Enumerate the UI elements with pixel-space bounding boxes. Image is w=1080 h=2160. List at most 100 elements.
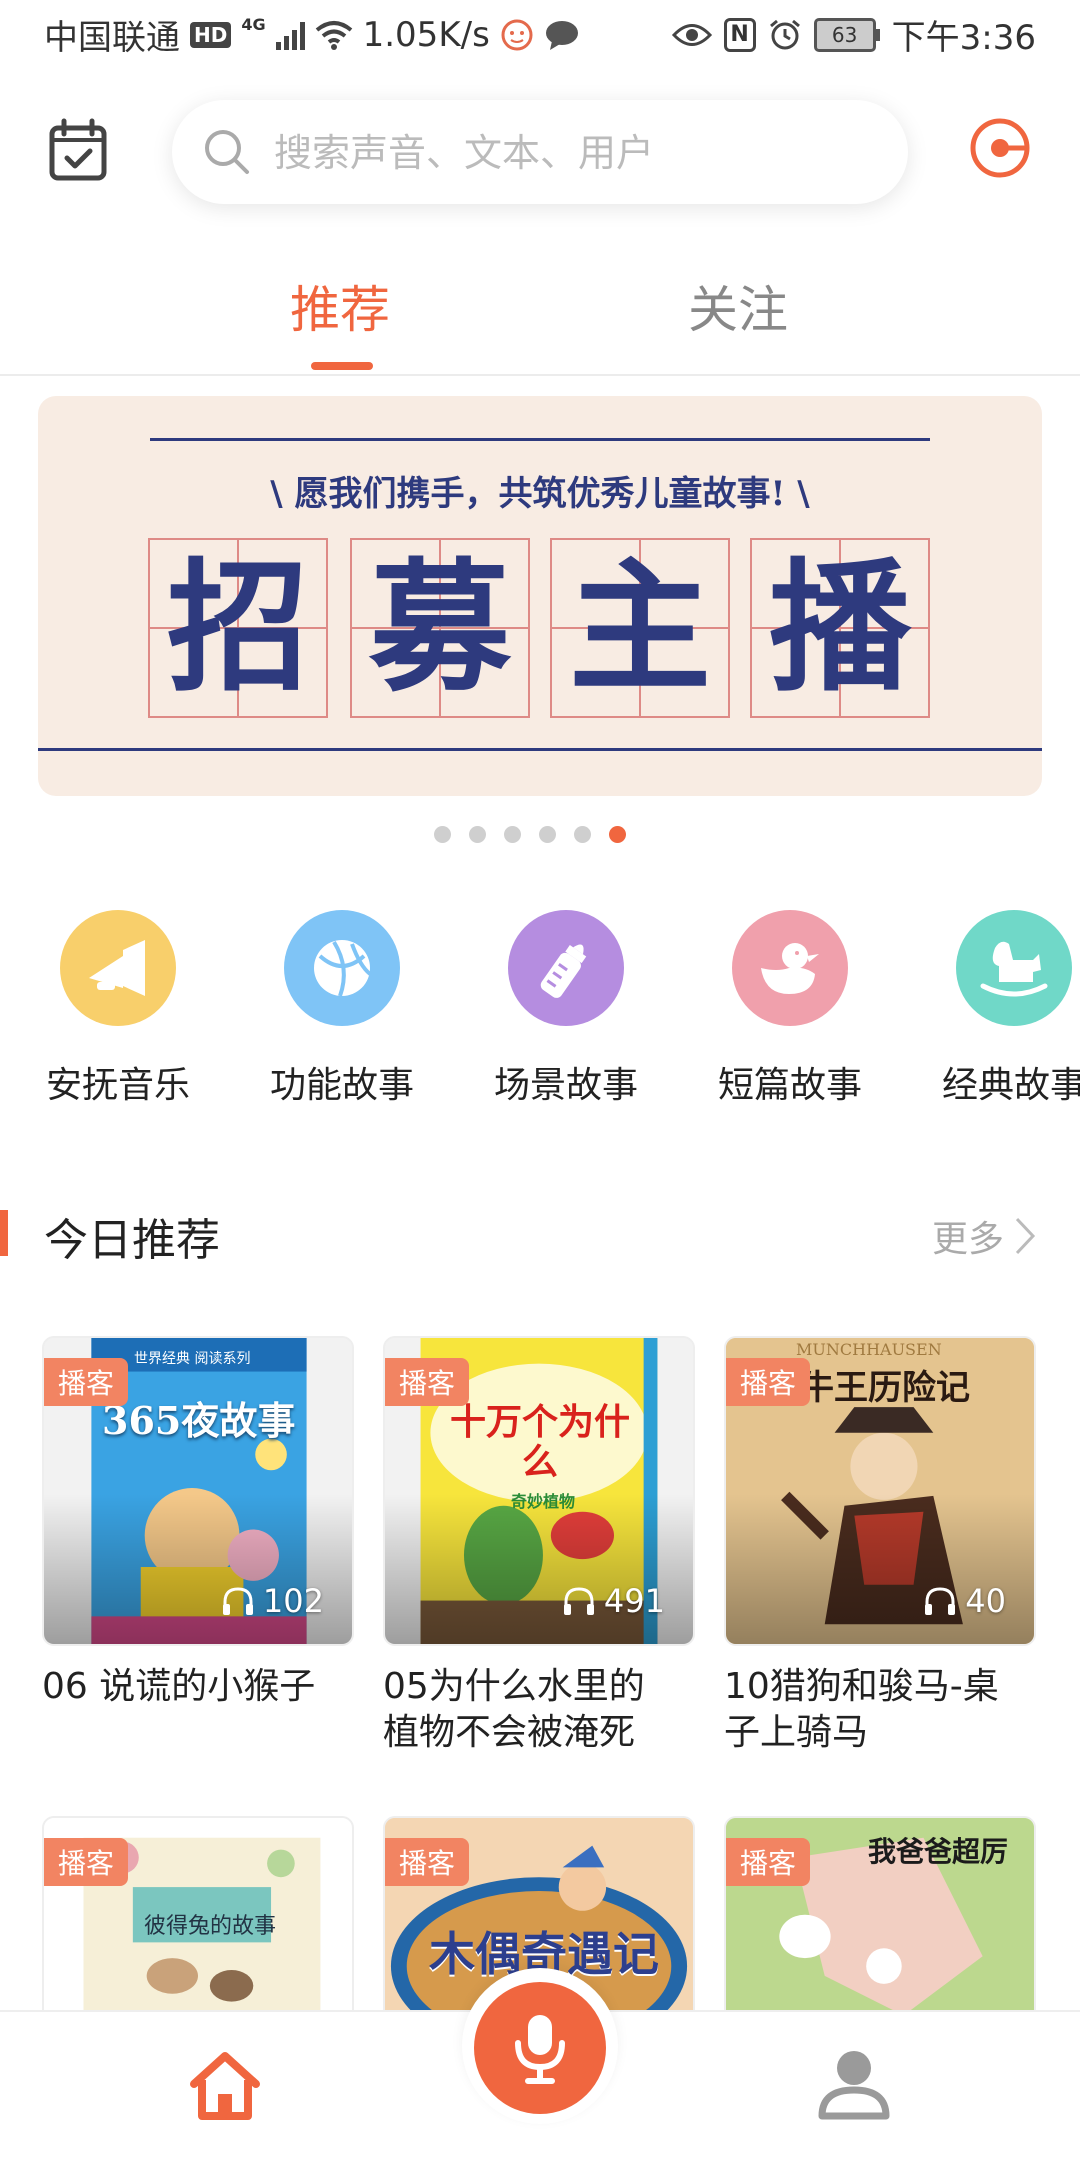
banner-char-box: 招 (148, 538, 328, 718)
rocking-horse-icon (980, 941, 1048, 997)
play-count-value: 102 (262, 1582, 324, 1620)
page-dot-active[interactable] (609, 826, 626, 843)
cover-shade (44, 1494, 352, 1644)
card-cover: 吹牛王历险记 MUNCHHAUSEN 播客 40 (724, 1336, 1036, 1646)
network-type: 4G (241, 15, 266, 34)
banner-char: 募 (369, 545, 511, 711)
calendar-check-icon[interactable] (48, 118, 108, 182)
section-accent-bar (0, 1210, 8, 1256)
category-item[interactable]: 安抚音乐 (18, 910, 218, 1108)
bottom-nav (0, 1968, 1080, 2160)
more-link[interactable]: 更多 (932, 1210, 1036, 1262)
profile-icon[interactable] (816, 2046, 892, 2122)
section-title: 今日推荐 (44, 1215, 220, 1266)
play-count: 491 (562, 1582, 665, 1620)
cover-top-text: 世界经典 阅读系列 (134, 1351, 251, 1367)
signal-icon (275, 20, 305, 50)
baby-bottle-icon (540, 944, 587, 998)
banner-char: 播 (769, 545, 911, 711)
category-circle (284, 910, 400, 1026)
content-card[interactable]: 十万个为什么 奇妙植物 播客 491 05为什么水里的 植物不会被淹死 (383, 1336, 695, 1756)
banner-bottom-rule (38, 748, 1042, 751)
alarm-icon (769, 19, 800, 49)
play-count-value: 40 (965, 1582, 1006, 1620)
cover-top-text: MUNCHHAUSEN (796, 1340, 942, 1359)
category-item[interactable]: 经典故事 (914, 910, 1080, 1108)
page-dot[interactable] (434, 826, 451, 843)
podcast-badge: 播客 (44, 1838, 129, 1886)
play-count: 102 (221, 1582, 324, 1620)
content-card[interactable]: 365夜故事 世界经典 阅读系列 播客 102 06 说谎的小猴子 (42, 1336, 354, 1710)
record-history-icon[interactable] (968, 116, 1032, 180)
net-speed: 1.05K/s (362, 14, 490, 55)
page-dot[interactable] (504, 826, 521, 843)
headphones-icon (222, 1587, 253, 1615)
category-circle (732, 910, 848, 1026)
chevron-right-icon (1015, 1217, 1036, 1255)
headphones-icon (563, 1587, 594, 1615)
duck-icon (761, 943, 819, 994)
banner-char: 主 (569, 545, 711, 711)
page-dot[interactable] (574, 826, 591, 843)
page-dot[interactable] (539, 826, 556, 843)
podcast-badge: 播客 (726, 1838, 811, 1886)
banner-char-box: 募 (350, 538, 530, 718)
more-label: 更多 (931, 1219, 1004, 1260)
banner-char-box: 播 (750, 538, 930, 718)
app-notification-icon (501, 19, 533, 50)
ball-icon (314, 940, 372, 997)
banner-subtitle: \ 愿我们携手，共筑优秀儿童故事! \ (270, 474, 810, 514)
category-label: 短篇故事 (717, 1065, 862, 1106)
card-title-line: 06 说谎的小猴子 (42, 1666, 316, 1707)
record-mic-button[interactable] (474, 1982, 606, 2114)
cover-shade (726, 1494, 1034, 1644)
card-title-line: 植物不会被淹死 (383, 1712, 636, 1753)
message-icon (545, 20, 578, 50)
category-item[interactable]: 场景故事 (466, 910, 666, 1108)
search-input[interactable] (272, 100, 876, 206)
banner-top-rule (150, 438, 930, 441)
content-card[interactable]: 吹牛王历险记 MUNCHHAUSEN 播客 40 10猎狗和骏马-桌 子上骑马 (724, 1336, 1036, 1756)
podcast-badge: 播客 (726, 1358, 811, 1406)
hd-icon: HD (190, 21, 232, 48)
microphone-icon (515, 2015, 565, 2084)
cover-title-text: 十万个为什么 (449, 1401, 630, 1483)
card-title-line: 子上骑马 (724, 1712, 869, 1753)
category-label: 经典故事 (941, 1065, 1080, 1106)
battery-level: 63 (813, 17, 876, 52)
card-title: 06 说谎的小猴子 (42, 1664, 354, 1710)
active-tab-indicator (311, 362, 373, 370)
tab-recommend[interactable]: 推荐 (290, 270, 390, 342)
carrier-label: 中国联通 (44, 18, 180, 58)
home-icon[interactable] (188, 2048, 262, 2122)
cover-title-text: 彼得兔的故事 (144, 1914, 277, 1939)
page-dot[interactable] (469, 826, 486, 843)
trumpet-icon (89, 940, 145, 996)
status-bar: 中国联通 HD 4G 1.05K/s N 63 下午3:36 (0, 0, 1080, 72)
category-item[interactable]: 短篇故事 (690, 910, 890, 1108)
category-circle (60, 910, 176, 1026)
tab-follow[interactable]: 关注 (688, 270, 788, 342)
podcast-badge: 播客 (385, 1358, 470, 1406)
feed-tabs: 推荐 关注 (0, 250, 1080, 376)
card-title-line: 05为什么水里的 (383, 1666, 645, 1707)
podcast-badge: 播客 (44, 1358, 129, 1406)
category-row: 安抚音乐 功能故事 场景故事 短篇故事 经典故事 (0, 910, 1080, 1120)
promo-banner[interactable]: \ 愿我们携手，共筑优秀儿童故事! \ 招 募 主 播 (38, 396, 1042, 796)
banner-char-box: 主 (550, 538, 730, 718)
category-circle (956, 910, 1072, 1026)
category-item[interactable]: 功能故事 (242, 910, 442, 1108)
podcast-badge: 播客 (385, 1838, 470, 1886)
category-label: 场景故事 (493, 1065, 638, 1106)
clock: 下午3:36 (891, 18, 1036, 58)
eye-icon (671, 23, 712, 46)
category-label: 安抚音乐 (45, 1065, 190, 1106)
card-cover: 365夜故事 世界经典 阅读系列 播客 102 (42, 1336, 354, 1646)
card-title-line: 10猎狗和骏马-桌 (724, 1666, 999, 1707)
cover-shade (385, 1494, 693, 1644)
card-title: 05为什么水里的 植物不会被淹死 (383, 1664, 695, 1756)
card-cover: 十万个为什么 奇妙植物 播客 491 (383, 1336, 695, 1646)
search-bar[interactable] (172, 100, 908, 206)
status-left: 中国联通 HD 4G 1.05K/s (44, 10, 580, 59)
category-circle (508, 910, 624, 1026)
